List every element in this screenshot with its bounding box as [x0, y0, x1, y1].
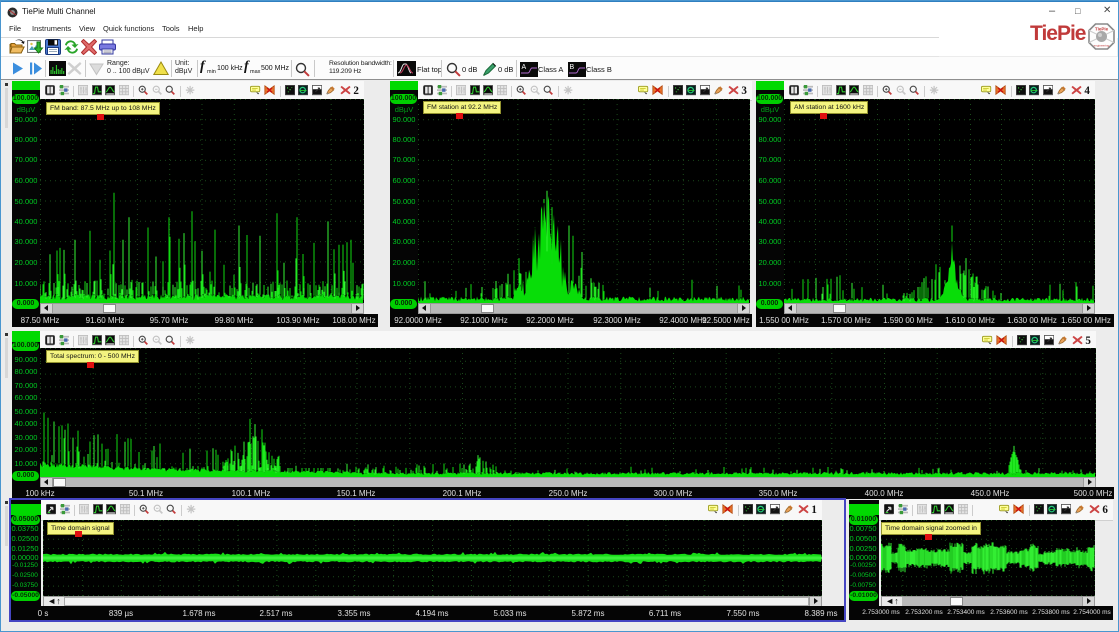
svg-text:B: B — [570, 64, 575, 71]
svg-text:engineering: engineering — [1094, 44, 1110, 48]
svg-text:A: A — [522, 64, 527, 71]
svg-text:TiePie: TiePie — [1095, 27, 1109, 32]
